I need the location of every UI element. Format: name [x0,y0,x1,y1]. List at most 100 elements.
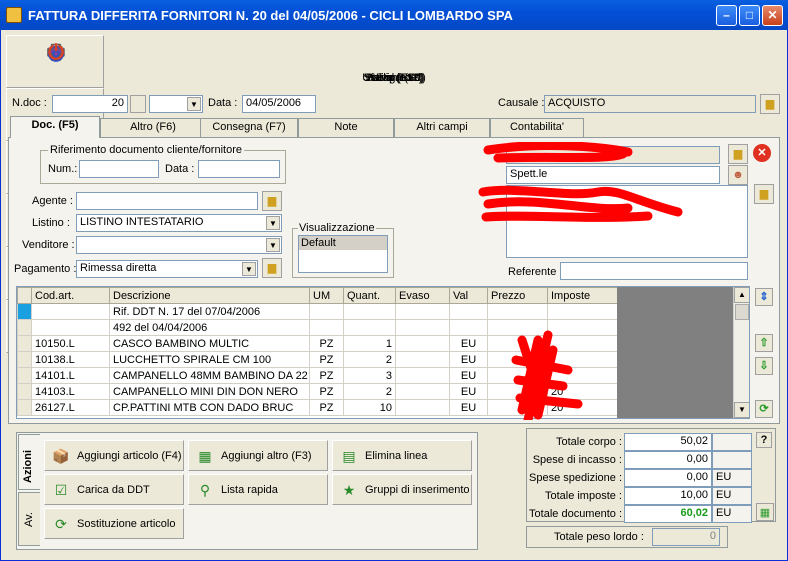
row-selector[interactable] [17,399,32,416]
table-cell[interactable] [395,367,450,384]
table-cell[interactable] [547,303,618,320]
supplier-person-button[interactable]: ☻ [728,165,748,185]
column-header[interactable]: Imposte [547,287,618,304]
column-header[interactable]: Descrizione [109,287,310,304]
num-field[interactable] [79,160,159,178]
table-cell[interactable] [343,303,396,320]
carica-da-ddt-button[interactable]: ☑ Carica da DDT [44,474,184,505]
column-header[interactable]: Quant. [343,287,396,304]
spedizione-field[interactable]: 0,00 [624,469,712,487]
row-selector[interactable] [17,367,32,384]
refresh-button[interactable]: ⟳ [755,400,773,418]
table-cell[interactable] [31,319,110,336]
tab-av[interactable]: Av. [18,492,40,546]
imposte-field[interactable]: 10,00 [624,487,712,505]
column-header[interactable]: Evaso [395,287,450,304]
minimize-button[interactable]: – [716,5,737,26]
peso-field[interactable]: 0 [652,528,720,546]
row-selector[interactable] [17,303,32,320]
data-field[interactable]: 04/05/2006 [242,95,316,113]
column-header[interactable]: Cod.art. [31,287,110,304]
tab-contabilita[interactable]: Contabilita' [490,118,584,137]
table-cell[interactable]: 2 [343,351,396,368]
corpo-field[interactable]: 50,02 [624,433,712,451]
table-cell[interactable]: 492 del 04/04/2006 [109,319,310,336]
tab-altro-f6[interactable]: Altro (F6) [100,118,206,137]
table-cell[interactable]: Rif. DDT N. 17 del 07/04/2006 [109,303,310,320]
table-cell[interactable]: 10 [343,399,396,416]
move-down-button[interactable]: ⇩ [755,357,773,375]
supplier-clear-button[interactable]: ✕ [753,144,771,162]
move-top-button[interactable]: ⇕ [755,288,773,306]
move-up-button[interactable]: ⇧ [755,334,773,352]
causale-field[interactable]: ACQUISTO [544,95,756,113]
row-selector[interactable] [17,351,32,368]
tab-altri-campi[interactable]: Altri campi [394,118,490,137]
table-cell[interactable] [343,319,396,336]
table-cell[interactable]: 10150.L [31,335,110,352]
table-cell[interactable] [449,303,488,320]
table-cell[interactable]: 14103.L [31,383,110,400]
tab-doc-f5[interactable]: Doc. (F5) [10,116,100,138]
listino-combo[interactable]: LISTINO INTESTATARIO ▼ [76,214,282,232]
table-cell[interactable]: EU [449,367,488,384]
documento-field[interactable]: 60,02 [624,505,712,523]
row-selector[interactable] [17,319,32,336]
ndoc-extra-button[interactable] [130,95,146,113]
grid-scrollbar[interactable]: ▲ ▼ [733,287,749,418]
table-cell[interactable]: EU [449,399,488,416]
table-cell[interactable] [449,319,488,336]
table-cell[interactable] [487,303,548,320]
table-cell[interactable] [31,303,110,320]
row-selector[interactable] [17,383,32,400]
table-cell[interactable]: 26127.L [31,399,110,416]
ndoc-field[interactable]: 20 [52,95,128,113]
column-header[interactable]: Prezzo [487,287,548,304]
table-cell[interactable]: CASCO BAMBINO MULTIC [109,335,310,352]
table-cell[interactable]: PZ [309,351,344,368]
table-cell[interactable]: 3 [343,367,396,384]
column-header[interactable]: Val [449,287,488,304]
items-grid[interactable]: Cod.art. Descrizione UM Quant. Evaso Val Prezz… [16,286,750,419]
table-cell[interactable]: PZ [309,399,344,416]
pagamento-folder-button[interactable]: ▆ [262,258,282,278]
table-cell[interactable]: LUCCHETTO SPIRALE CM 100 [109,351,310,368]
table-cell[interactable] [395,399,450,416]
table-row[interactable]: Rif. DDT N. 17 del 07/04/2006 [17,303,618,320]
venditore-combo[interactable]: ▼ [76,236,282,254]
table-cell[interactable]: CAMPANELLO 48MM BAMBINO DA 22 [109,367,310,384]
row-selector[interactable] [17,335,32,352]
referente-field[interactable] [560,262,748,280]
maximize-button[interactable]: □ [739,5,760,26]
table-cell[interactable]: 10138.L [31,351,110,368]
scroll-thumb[interactable] [735,304,749,320]
elimina-linea-button[interactable]: ▤ Elimina linea [332,440,472,471]
aggiungi-altro-f3-button[interactable]: ▦ Aggiungi altro (F3) [188,440,328,471]
pagamento-combo[interactable]: Rimessa diretta ▼ [76,260,258,278]
table-cell[interactable]: CP.PATTINI MTB CON DADO BRUC [109,399,310,416]
table-cell[interactable]: PZ [309,367,344,384]
table-cell[interactable] [395,303,450,320]
scroll-up-button[interactable]: ▲ [734,287,749,303]
table-cell[interactable]: 14101.L [31,367,110,384]
tab-azioni[interactable]: Azioni [18,434,40,490]
table-cell[interactable] [395,351,450,368]
table-cell[interactable] [395,383,450,400]
tab-consegna-f7[interactable]: Consegna (F7) [200,118,298,137]
tab-note[interactable]: Note [298,118,394,137]
visualizzazione-list[interactable]: Default [298,235,388,273]
table-cell[interactable]: 1 [343,335,396,352]
scroll-down-button[interactable]: ▼ [734,402,749,418]
table-cell[interactable] [395,319,450,336]
table-cell[interactable]: EU [449,351,488,368]
agente-folder-button[interactable]: ▆ [262,191,282,211]
table-cell[interactable]: EU [449,383,488,400]
table-cell[interactable]: CAMPANELLO MINI DIN DON NERO [109,383,310,400]
causale-folder-button[interactable]: ▆ [760,94,780,114]
table-cell[interactable]: 2 [343,383,396,400]
calculator-button[interactable]: ▦ [756,503,774,521]
column-header[interactable]: UM [309,287,344,304]
table-cell[interactable]: PZ [309,335,344,352]
gruppi-di-inserimento-button[interactable]: ★ Gruppi di inserimento [332,474,472,505]
supplier-folder-button[interactable]: ▆ [728,144,748,164]
